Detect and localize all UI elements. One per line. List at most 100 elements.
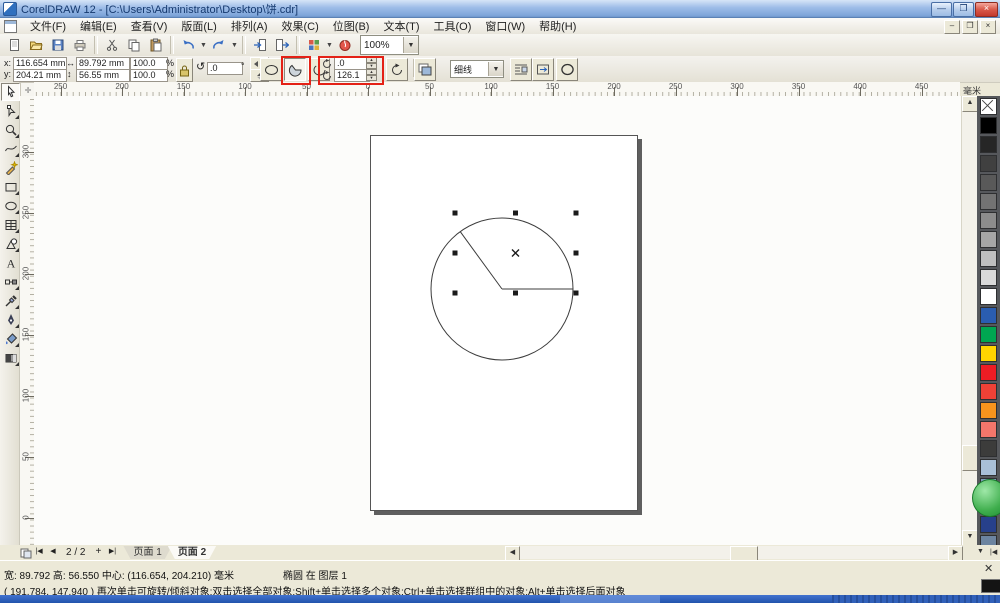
export-button[interactable] <box>271 34 293 56</box>
outline-width-combo[interactable]: 细线 ▼ <box>450 60 504 78</box>
color-swatch[interactable] <box>980 269 997 286</box>
undo-button[interactable] <box>177 34 199 56</box>
fill-none-indicator[interactable]: ✕ <box>984 562 993 575</box>
object-height-input[interactable]: 56.55 mm <box>76 69 130 82</box>
toolbox-fill-tool[interactable] <box>1 330 20 348</box>
toolbox-smart-drawing-tool[interactable] <box>1 159 20 177</box>
title-bar[interactable]: CorelDRAW 12 - [C:\Users\Administrator\D… <box>0 0 1000 18</box>
menu-t[interactable]: 文本(T) <box>376 17 426 35</box>
import-button[interactable] <box>249 34 271 56</box>
convert-to-object-button[interactable] <box>414 58 436 81</box>
toolbox-eyedropper-tool[interactable] <box>1 292 20 310</box>
ellipse-button[interactable] <box>260 58 282 81</box>
color-swatch[interactable] <box>980 307 997 324</box>
color-swatch[interactable] <box>980 155 997 172</box>
toolbox-interactive-fill-tool[interactable] <box>1 349 20 367</box>
horizontal-scroll-thumb[interactable] <box>730 546 758 561</box>
horizontal-ruler[interactable]: 250 200 150 100 50 0 50 100 150 200 250 300 350 400 45… <box>34 82 960 97</box>
first-page-button[interactable]: |◀ <box>32 546 46 559</box>
color-swatch[interactable] <box>980 193 997 210</box>
palette-scroll-down-icon[interactable]: ▼ <box>977 548 984 555</box>
menu-c[interactable]: 效果(C) <box>275 17 326 35</box>
color-swatch[interactable] <box>980 440 997 457</box>
menu-b[interactable]: 位图(B) <box>326 17 377 35</box>
menu-o[interactable]: 工具(O) <box>427 17 479 35</box>
palette-expand-icon[interactable]: |◀ <box>990 548 997 556</box>
chevron-down-icon[interactable]: ▼ <box>403 37 418 53</box>
scroll-right-icon[interactable]: ▶ <box>948 546 963 561</box>
close-button[interactable]: × <box>975 2 998 17</box>
toolbox-basic-shapes-tool[interactable] <box>1 235 20 253</box>
arc-direction-button[interactable] <box>386 58 408 81</box>
color-swatch[interactable] <box>980 117 997 134</box>
color-swatch[interactable] <box>980 383 997 400</box>
outline-color-indicator[interactable] <box>981 579 1000 593</box>
application-launcher-dropdown[interactable]: ▼ <box>325 35 334 55</box>
corel-community-button[interactable] <box>334 34 356 56</box>
scale-v-input[interactable]: 100.0 <box>130 69 168 82</box>
vertical-scroll-thumb[interactable] <box>962 445 978 471</box>
toolbox-shape-tool[interactable] <box>1 102 20 120</box>
toolbox-zoom-tool[interactable] <box>1 121 20 139</box>
color-swatch[interactable] <box>980 326 997 343</box>
toolbox-graph-paper-tool[interactable] <box>1 216 20 234</box>
zoom-levels-combo[interactable]: 100% ▼ <box>360 35 419 55</box>
save-button[interactable] <box>47 34 69 56</box>
page-tab-2[interactable]: 页面 2 <box>168 546 216 559</box>
toolbox-text-tool[interactable]: A <box>1 254 20 272</box>
object-y-input[interactable]: 204.21 mm <box>13 69 67 82</box>
add-page-button[interactable]: + <box>91 546 105 559</box>
menu-f[interactable]: 文件(F) <box>23 17 73 35</box>
scroll-up-icon[interactable]: ▲ <box>962 96 978 112</box>
print-button[interactable] <box>69 34 91 56</box>
color-swatch[interactable] <box>980 459 997 476</box>
previous-page-button[interactable]: ◀ <box>46 546 60 559</box>
toolbox-rectangle-tool[interactable] <box>1 178 20 196</box>
menu-e[interactable]: 编辑(E) <box>73 17 124 35</box>
windows-taskbar[interactable] <box>0 595 1000 603</box>
nonproportional-lock-button[interactable] <box>176 58 193 82</box>
pie-shape[interactable] <box>430 217 574 361</box>
doc-minimize-button[interactable]: – <box>944 20 960 34</box>
document-icon[interactable] <box>4 19 17 33</box>
toolbox-ellipse-tool[interactable] <box>1 197 20 215</box>
menu-a[interactable]: 排列(A) <box>224 17 275 35</box>
menu-w[interactable]: 窗口(W) <box>478 17 532 35</box>
convert-outline-button[interactable] <box>532 58 554 81</box>
color-swatch[interactable] <box>980 250 997 267</box>
color-swatch[interactable] <box>980 174 997 191</box>
menu-v[interactable]: 查看(V) <box>124 17 175 35</box>
open-button[interactable] <box>25 34 47 56</box>
vertical-ruler[interactable]: 300 250 200 150 100 50 0 <box>20 96 35 545</box>
color-swatch[interactable] <box>980 288 997 305</box>
last-page-button[interactable]: ▶| <box>105 546 119 559</box>
undo-dropdown[interactable]: ▼ <box>199 35 208 55</box>
color-swatch[interactable] <box>980 421 997 438</box>
cut-button[interactable] <box>101 34 123 56</box>
color-swatch[interactable] <box>980 345 997 362</box>
scroll-left-icon[interactable]: ◀ <box>505 546 520 561</box>
convert-to-curves-button[interactable] <box>556 58 578 81</box>
toolbox-outline-tool[interactable] <box>1 311 20 329</box>
toolbox-freehand-tool[interactable] <box>1 140 20 158</box>
redo-button[interactable] <box>208 34 230 56</box>
wrap-paragraph-text-button[interactable] <box>510 58 532 81</box>
drawing-canvas[interactable] <box>34 96 961 545</box>
swatch-none[interactable] <box>980 98 997 115</box>
page-tab-1[interactable]: 页面 1 <box>123 546 171 559</box>
color-swatch[interactable] <box>980 136 997 153</box>
menu-h[interactable]: 帮助(H) <box>532 17 583 35</box>
scroll-down-icon[interactable]: ▼ <box>962 530 978 546</box>
color-swatch[interactable] <box>980 516 997 533</box>
toolbox-pick-tool[interactable] <box>1 83 20 101</box>
menu-l[interactable]: 版面(L) <box>174 17 223 35</box>
chevron-down-icon[interactable]: ▼ <box>488 62 503 76</box>
application-launcher-button[interactable] <box>303 34 325 56</box>
color-swatch[interactable] <box>980 364 997 381</box>
vertical-scrollbar[interactable]: ▲ ▼ <box>961 96 978 546</box>
color-swatch[interactable] <box>980 231 997 248</box>
color-swatch[interactable] <box>980 212 997 229</box>
color-swatch[interactable] <box>980 402 997 419</box>
restore-button[interactable]: ❐ <box>953 2 974 17</box>
new-button[interactable] <box>3 34 25 56</box>
